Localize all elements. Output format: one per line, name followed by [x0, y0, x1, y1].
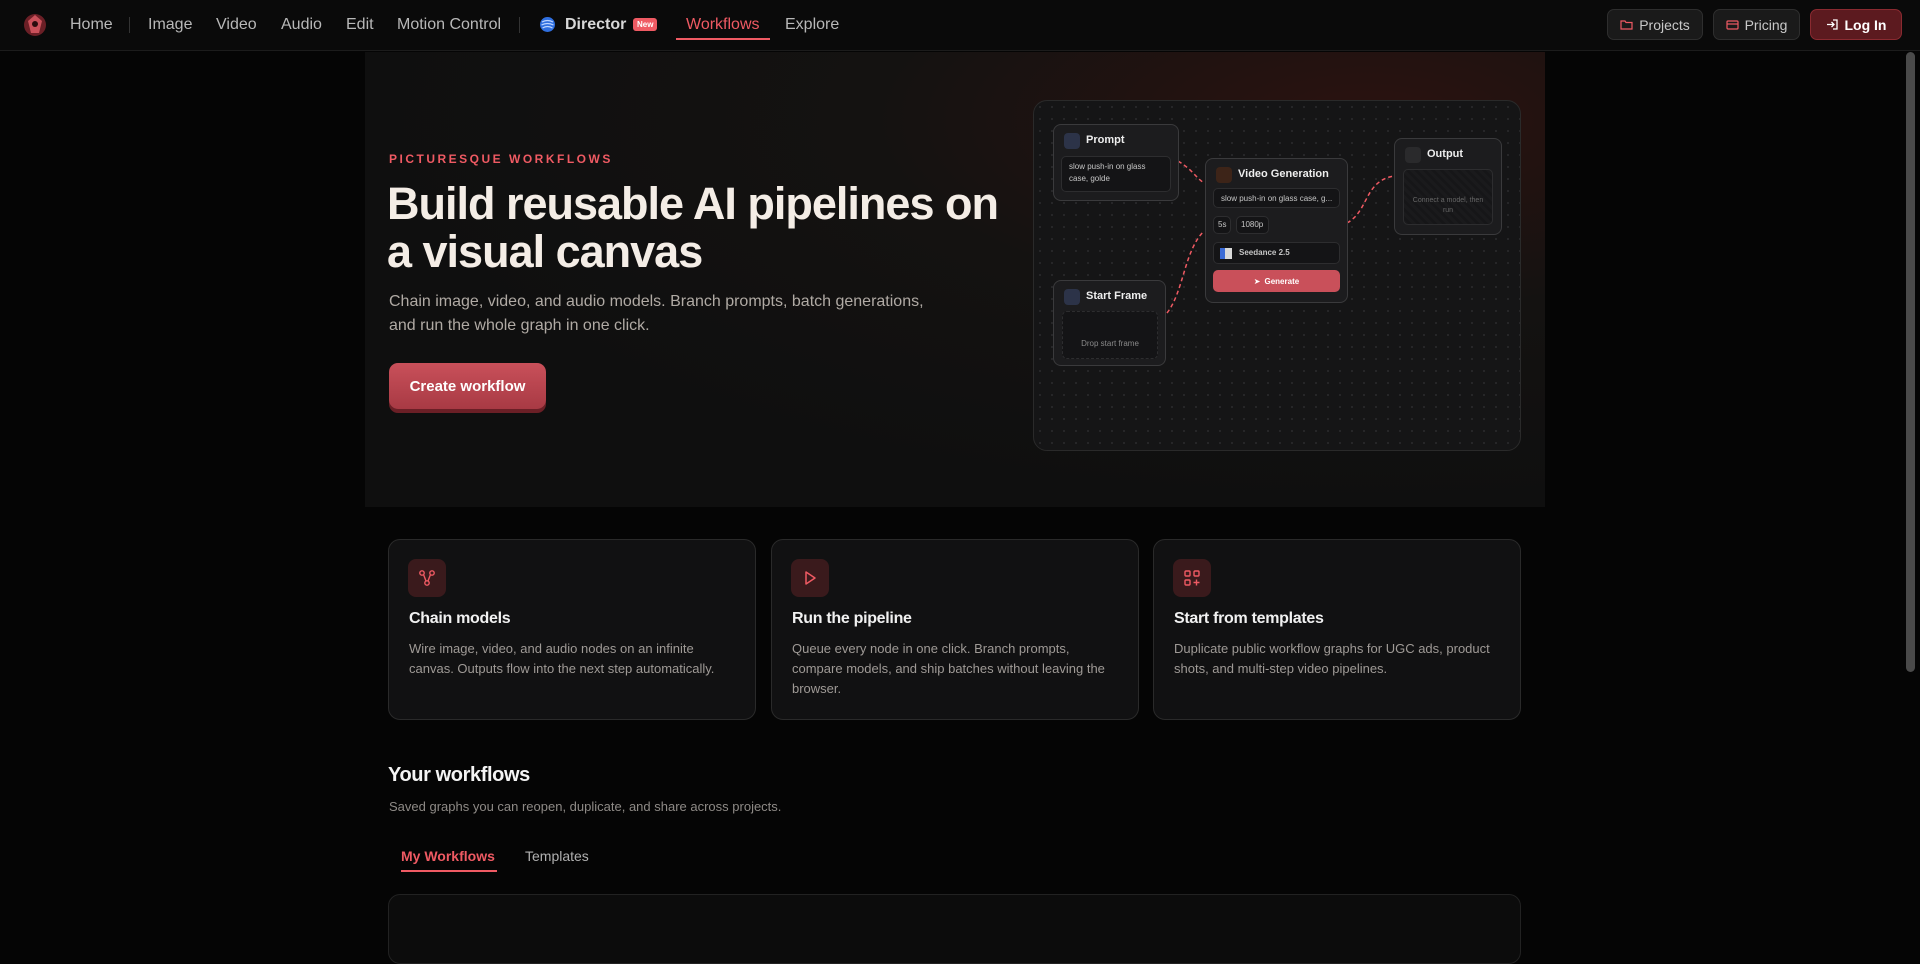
feature-card-chain-models: Chain models Wire image, video, and audi…: [388, 539, 756, 720]
director-icon: [540, 17, 555, 32]
output-node[interactable]: Output Connect a model, then run: [1394, 138, 1502, 235]
feature-card-templates: Start from templates Duplicate public wo…: [1153, 539, 1521, 720]
projects-label: Projects: [1639, 16, 1690, 33]
hero-section: PICTURESQUE WORKFLOWS Build reusable AI …: [365, 52, 1545, 507]
grid-plus-icon: [1184, 570, 1200, 586]
tab-templates[interactable]: Templates: [525, 848, 589, 864]
new-badge: New: [633, 18, 658, 31]
send-icon: ➤: [1253, 276, 1261, 286]
top-navbar: Home Image Video Audio Edit Motion Contr…: [0, 0, 1920, 51]
start-frame-node[interactable]: Start Frame Drop start frame: [1053, 280, 1166, 366]
card-description: Queue every node in one click. Branch pr…: [792, 641, 1105, 696]
duration-chip[interactable]: 5s: [1213, 216, 1231, 234]
pricing-button[interactable]: Pricing: [1713, 9, 1800, 40]
projects-button[interactable]: Projects: [1607, 9, 1703, 40]
card-description: Duplicate public workflow graphs for UGC…: [1174, 641, 1490, 676]
workflows-list-panel: [388, 894, 1521, 964]
refresh-icon: [1405, 147, 1421, 163]
nav-image[interactable]: Image: [148, 14, 192, 36]
nav-edit[interactable]: Edit: [346, 14, 374, 36]
card-title: Chain models: [409, 610, 511, 627]
prompt-node[interactable]: Prompt slow push-in on glass case, golde: [1053, 124, 1179, 201]
create-workflow-button[interactable]: Create workflow: [389, 363, 546, 409]
login-label: Log In: [1844, 16, 1887, 33]
folder-icon: [1620, 20, 1633, 30]
output-node-title: Output: [1427, 148, 1464, 160]
card-description: Wire image, video, and audio nodes on an…: [409, 641, 715, 676]
nav-divider: [519, 17, 520, 33]
output-placeholder: Connect a model, then run: [1403, 169, 1493, 225]
workflows-section-title: Your workflows: [388, 764, 530, 786]
workflow-canvas-preview: Prompt slow push-in on glass case, golde…: [1033, 100, 1521, 451]
start-frame-title: Start Frame: [1086, 290, 1148, 302]
nav-divider: [129, 17, 130, 33]
tab-active-indicator: [401, 870, 497, 872]
nav-director[interactable]: Director: [565, 14, 626, 36]
workflows-section-subtitle: Saved graphs you can reopen, duplicate, …: [389, 799, 782, 814]
nav-active-indicator: [676, 38, 770, 40]
nav-workflows[interactable]: Workflows: [686, 14, 760, 36]
model-selector[interactable]: Seedance 2.5: [1213, 242, 1340, 264]
feature-card-run-pipeline: Run the pipeline Queue every node in one…: [771, 539, 1139, 720]
hero-eyebrow: PICTURESQUE WORKFLOWS: [389, 152, 613, 166]
card-title: Start from templates: [1174, 610, 1324, 627]
video-node-title: Video Generation: [1238, 168, 1329, 180]
resolution-chip[interactable]: 1080p: [1236, 216, 1269, 234]
nav-motion-control[interactable]: Motion Control: [397, 14, 501, 36]
image-icon: [1064, 289, 1080, 305]
nav-audio[interactable]: Audio: [281, 14, 322, 36]
nav-explore[interactable]: Explore: [785, 14, 839, 36]
generate-button[interactable]: ➤ Generate: [1213, 270, 1340, 292]
drop-start-frame-label: Drop start frame: [1081, 339, 1139, 348]
video-camera-icon: [1216, 167, 1232, 183]
card-icon: [1725, 20, 1739, 30]
card-title: Run the pipeline: [792, 610, 912, 627]
logo-icon[interactable]: [21, 11, 49, 39]
play-icon: [805, 571, 816, 585]
model-name: Seedance 2.5: [1239, 248, 1290, 257]
login-button[interactable]: Log In: [1810, 9, 1902, 40]
seedance-logo-icon: [1220, 248, 1232, 259]
nav-video[interactable]: Video: [216, 14, 257, 36]
hero-subtitle: Chain image, video, and audio models. Br…: [389, 293, 924, 334]
output-placeholder-text: Connect a model, then run: [1412, 197, 1484, 214]
drop-zone[interactable]: Drop start frame: [1062, 311, 1158, 359]
hero-title: Build reusable AI pipelines on a visual …: [387, 178, 999, 277]
text-lines-icon: [1064, 133, 1080, 149]
video-prompt-field[interactable]: slow push-in on glass case, g...: [1213, 188, 1340, 208]
generate-label: Generate: [1264, 276, 1300, 286]
prompt-node-title: Prompt: [1086, 134, 1125, 146]
nodes-icon: [419, 570, 435, 586]
nav-home[interactable]: Home: [70, 14, 113, 36]
login-icon: [1826, 19, 1838, 30]
video-generation-node[interactable]: Video Generation slow push-in on glass c…: [1205, 158, 1348, 303]
tab-my-workflows[interactable]: My Workflows: [401, 848, 495, 864]
page-scrollbar[interactable]: [1906, 52, 1915, 672]
pricing-label: Pricing: [1744, 16, 1788, 33]
prompt-text: slow push-in on glass case, golde: [1061, 156, 1171, 192]
